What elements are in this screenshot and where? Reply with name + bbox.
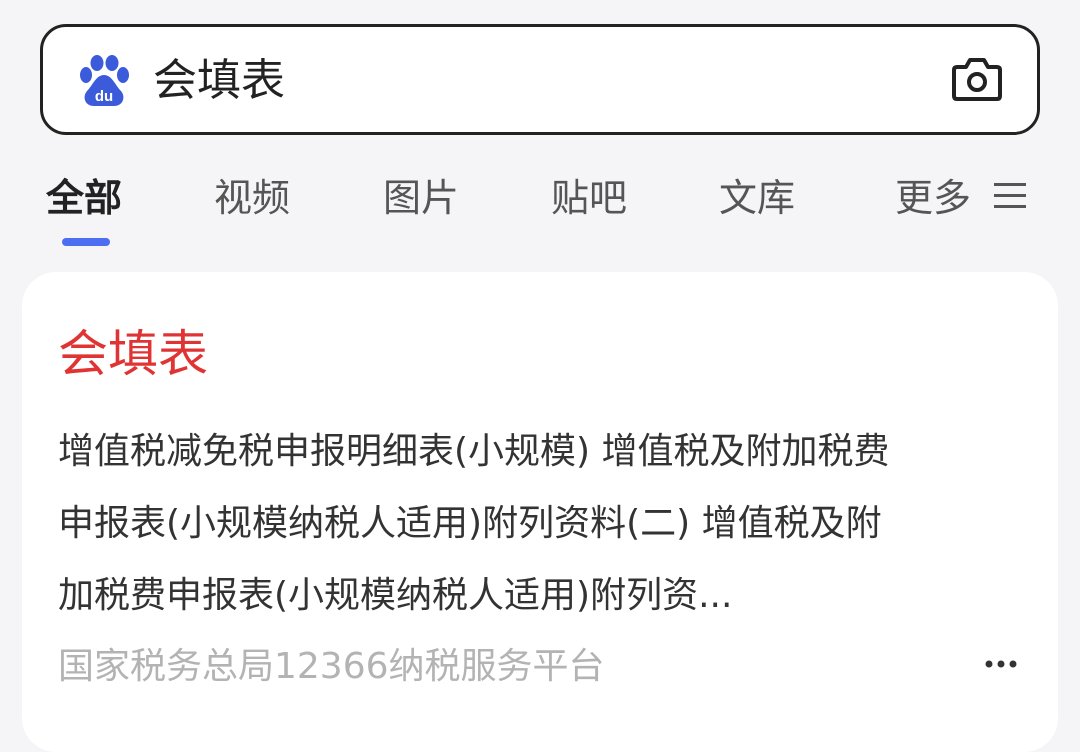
search-bar[interactable]: du 会填表 xyxy=(40,24,1040,135)
result-title-link[interactable]: 会填表 xyxy=(58,322,208,386)
search-result-card: 会填表 增值税减免税申报明细表(小规模) 增值税及附加税费 申报表(小规模纳税人… xyxy=(22,272,1058,752)
tab-wenku[interactable]: 文库 xyxy=(719,174,795,222)
tab-video[interactable]: 视频 xyxy=(214,174,290,222)
snippet-line: 申报表(小规模纳税人适用)附列资料(二) 增值税及附 xyxy=(58,503,882,544)
result-source: 国家税务总局12366纳税服务平台 xyxy=(58,646,605,687)
more-dots-icon[interactable] xyxy=(984,658,1018,670)
tab-tieba[interactable]: 贴吧 xyxy=(551,174,627,222)
baidu-logo-icon: du xyxy=(80,55,129,106)
active-tab-indicator xyxy=(62,238,110,246)
search-input[interactable]: 会填表 xyxy=(153,53,285,109)
menu-lines-icon[interactable] xyxy=(992,178,1028,214)
tab-all[interactable]: 全部 xyxy=(46,174,122,222)
result-snippet[interactable]: 增值税减免税申报明细表(小规模) 增值税及附加税费 申报表(小规模纳税人适用)附… xyxy=(58,416,1028,632)
tab-bar: 全部 视频 图片 贴吧 文库 更多 xyxy=(0,160,1080,250)
tab-images[interactable]: 图片 xyxy=(383,174,459,222)
snippet-line: 加税费申报表(小规模纳税人适用)附列资... xyxy=(58,575,733,616)
camera-icon[interactable] xyxy=(951,55,1003,103)
snippet-line: 增值税减免税申报明细表(小规模) 增值税及附加税费 xyxy=(58,431,890,472)
tab-more[interactable]: 更多 xyxy=(895,174,971,222)
svg-text:du: du xyxy=(95,88,113,105)
